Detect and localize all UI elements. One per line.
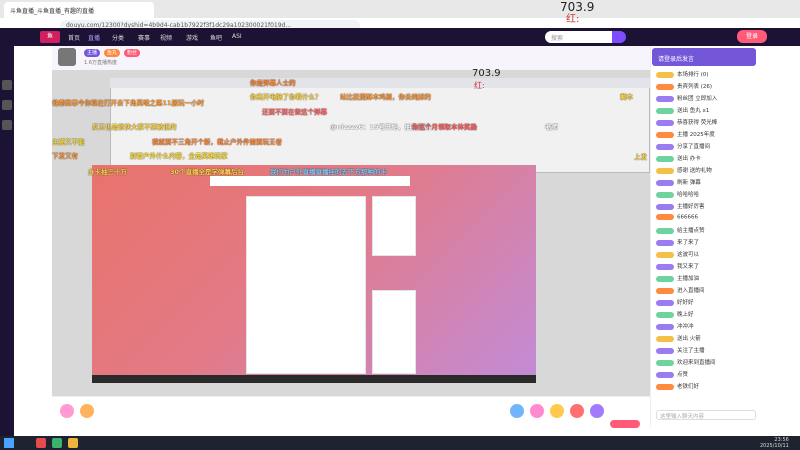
chat-row: 分享了直播间 <box>656 142 756 152</box>
sidebar-category-icon[interactable] <box>2 120 12 130</box>
room-tag: 粉丝 <box>124 49 141 57</box>
nav-video[interactable]: 视频 <box>160 33 172 42</box>
overlay-counter: 703.9 <box>560 0 595 14</box>
login-button[interactable]: 登录 <box>737 30 767 43</box>
chat-row: 冲冲冲 <box>656 322 756 332</box>
room-tag: 鱼丸 <box>104 49 121 57</box>
chat-row: 本场排行 (0) <box>656 70 756 80</box>
taskbar-app-icon[interactable] <box>52 438 62 448</box>
chat-row: 送出 火箭 <box>656 334 756 344</box>
danmaku-comment: 我们为户外直播直播挂的去下方那种的卡 <box>270 168 387 176</box>
chat-row: 恭喜获得 荧光棒 <box>656 118 756 128</box>
windows-start-icon[interactable] <box>4 438 14 448</box>
chat-row: 感谢 送的礼物 <box>656 166 756 176</box>
chat-row: 来了来了 <box>656 238 756 248</box>
danmaku-comment: 你是弹幕人士的 <box>250 79 296 87</box>
gift-icon[interactable] <box>570 404 584 418</box>
stream-webpage-nav <box>210 176 410 186</box>
streamer-avatar[interactable] <box>58 48 76 66</box>
nav-asi[interactable]: ASI <box>232 33 242 40</box>
chat-row: 贵宾列表 (26) <box>656 82 756 92</box>
danmaku-comment: 反正也是很快大家不要被低的 <box>92 123 177 131</box>
room-tag: 主播 <box>84 49 101 57</box>
danmaku-comment: 下发又有 <box>52 152 78 160</box>
chat-row: 点赞 <box>656 370 756 380</box>
danmaku-comment: 剩本 <box>620 93 633 101</box>
chat-row: 刷新 弹幕 <box>656 178 756 188</box>
chat-header-text: 请登录后发言 <box>658 56 695 63</box>
chat-row: 欢迎来到直播间 <box>656 358 756 368</box>
browser-tab[interactable]: 斗鱼直播_斗鱼直播_有趣的直播 <box>4 2 154 18</box>
chat-row: 主播好厉害 <box>656 202 756 212</box>
chat-row: 给主播点赞 <box>656 226 756 236</box>
chat-row: 老铁们好 <box>656 382 756 392</box>
danmaku-comment: 办卡抽三十万 <box>88 168 127 176</box>
danmaku-comment: 30个直播全是学弹幕后台 <box>170 168 245 176</box>
danmaku-comment: 别管户外什么内容，全是英雄玩家 <box>130 152 228 160</box>
gift-icon[interactable] <box>60 404 74 418</box>
chat-row: 好好好 <box>656 298 756 308</box>
danmaku-comment: 还要不要在做这个弹幕 <box>262 108 327 116</box>
nav-category[interactable]: 分类 <box>112 33 124 42</box>
stream-side-card <box>372 196 416 256</box>
danmaku-comment: 他都做事今你现在打开去下角英魂之路11服玩一小时 <box>52 99 205 107</box>
stream-taskbar <box>92 375 536 383</box>
taskbar-app-icon[interactable] <box>68 438 78 448</box>
chat-row: 晚上好 <box>656 310 756 320</box>
danmaku-comment: 站比抚提酥本鸡剧，你去纯掉的 <box>340 93 431 101</box>
overlay-red-label: 红: <box>566 14 580 25</box>
gift-icon[interactable] <box>510 404 524 418</box>
chat-scroll-area[interactable] <box>758 60 798 400</box>
nav-games[interactable]: 游戏 <box>186 33 198 42</box>
danmaku-comment: 上发 <box>634 153 647 161</box>
chat-row: 送出 鱼丸 x1 <box>656 106 756 116</box>
sidebar-history-icon[interactable] <box>2 100 12 110</box>
danmaku-comment: 你这个月领取本体奖励 <box>412 123 477 131</box>
danmaku-comment: 你离开电脑了你看什么？ <box>250 93 322 101</box>
danmaku-comment: 主要又不能 <box>52 138 85 146</box>
gift-icon[interactable] <box>530 404 544 418</box>
nav-matches[interactable]: 赛事 <box>138 33 150 42</box>
stream-side-card <box>372 290 416 374</box>
chat-row: 我又来了 <box>656 262 756 272</box>
send-gift-button[interactable] <box>610 420 640 428</box>
chat-row: 主播 2025年度 <box>656 130 756 140</box>
chat-row: 关注了主播 <box>656 346 756 356</box>
room-heat: 1.6万直播热度 <box>84 60 117 66</box>
taskbar-app-icon[interactable] <box>36 438 46 448</box>
gift-icon[interactable] <box>590 404 604 418</box>
search-button[interactable] <box>612 31 626 43</box>
chat-row: 这波可以 <box>656 250 756 260</box>
gift-icon[interactable] <box>80 404 94 418</box>
danmaku-comment: 老师 <box>545 123 558 131</box>
chat-row: 主播加油 <box>656 274 756 284</box>
chat-input[interactable]: 这里输入聊天内容 <box>656 410 756 420</box>
chat-row: 粉丝团 立即加入 <box>656 94 756 104</box>
site-logo[interactable]: 鱼 <box>40 31 60 43</box>
stream-window-titlebar <box>110 78 650 88</box>
room-header <box>52 46 652 70</box>
gift-icon[interactable] <box>550 404 564 418</box>
overlay-red-label-2: 红: <box>474 81 485 90</box>
stream-feed-card <box>246 196 366 374</box>
nav-live[interactable]: 直播 <box>88 33 100 42</box>
overlay-counter-2: 703.9 <box>472 68 501 79</box>
nav-fishbar[interactable]: 鱼吧 <box>210 33 222 42</box>
chat-row: 进入直播间 <box>656 286 756 296</box>
system-clock: 23:56 2025/10/11 <box>760 437 789 449</box>
chat-row: 哈哈哈哈 <box>656 190 756 200</box>
chat-row: 送出 办卡 <box>656 154 756 164</box>
chat-row: 666666 <box>656 214 756 224</box>
nav-home[interactable]: 首页 <box>68 33 80 42</box>
sidebar-follow-icon[interactable] <box>2 80 12 90</box>
windows-taskbar <box>0 436 800 450</box>
danmaku-comment: 我就要不三角开个新，截止户外件需要玩王者 <box>152 138 282 146</box>
